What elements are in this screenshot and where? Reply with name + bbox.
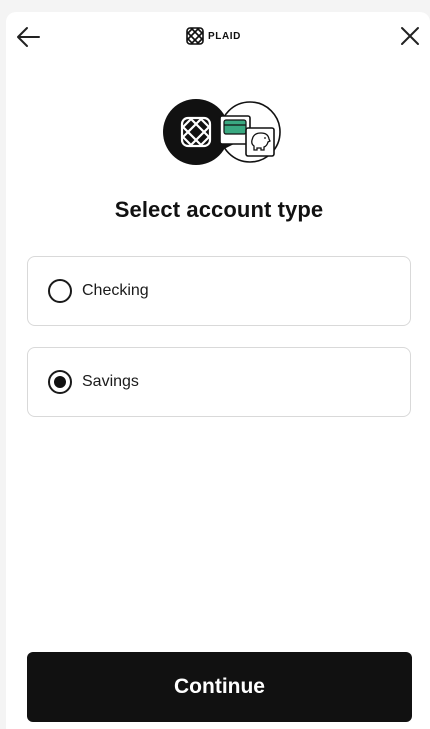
account-illustration xyxy=(162,98,282,166)
back-button[interactable] xyxy=(14,24,44,50)
plaid-logo-icon xyxy=(186,27,204,45)
plaid-logo-icon xyxy=(163,99,229,165)
option-label: Checking xyxy=(82,282,149,299)
radio-checking[interactable] xyxy=(48,279,72,303)
link-modal: PLAID Select account type Checking Savin… xyxy=(6,12,430,729)
close-button[interactable] xyxy=(396,24,424,50)
option-label: Savings xyxy=(82,373,139,390)
brand-name: PLAID xyxy=(208,30,241,42)
page-title: Select account type xyxy=(114,197,324,222)
radio-selected-dot xyxy=(54,376,66,388)
continue-button[interactable]: Continue xyxy=(27,652,412,722)
option-savings[interactable]: Savings xyxy=(27,347,411,417)
piggy-bank-icon xyxy=(245,127,275,157)
plaid-brand: PLAID xyxy=(185,25,241,47)
close-icon xyxy=(401,27,419,45)
account-type-options: Checking Savings xyxy=(27,256,411,438)
option-checking[interactable]: Checking xyxy=(27,256,411,326)
radio-savings[interactable] xyxy=(48,370,72,394)
arrow-left-icon xyxy=(17,27,40,47)
modal-header: PLAID xyxy=(6,12,430,64)
